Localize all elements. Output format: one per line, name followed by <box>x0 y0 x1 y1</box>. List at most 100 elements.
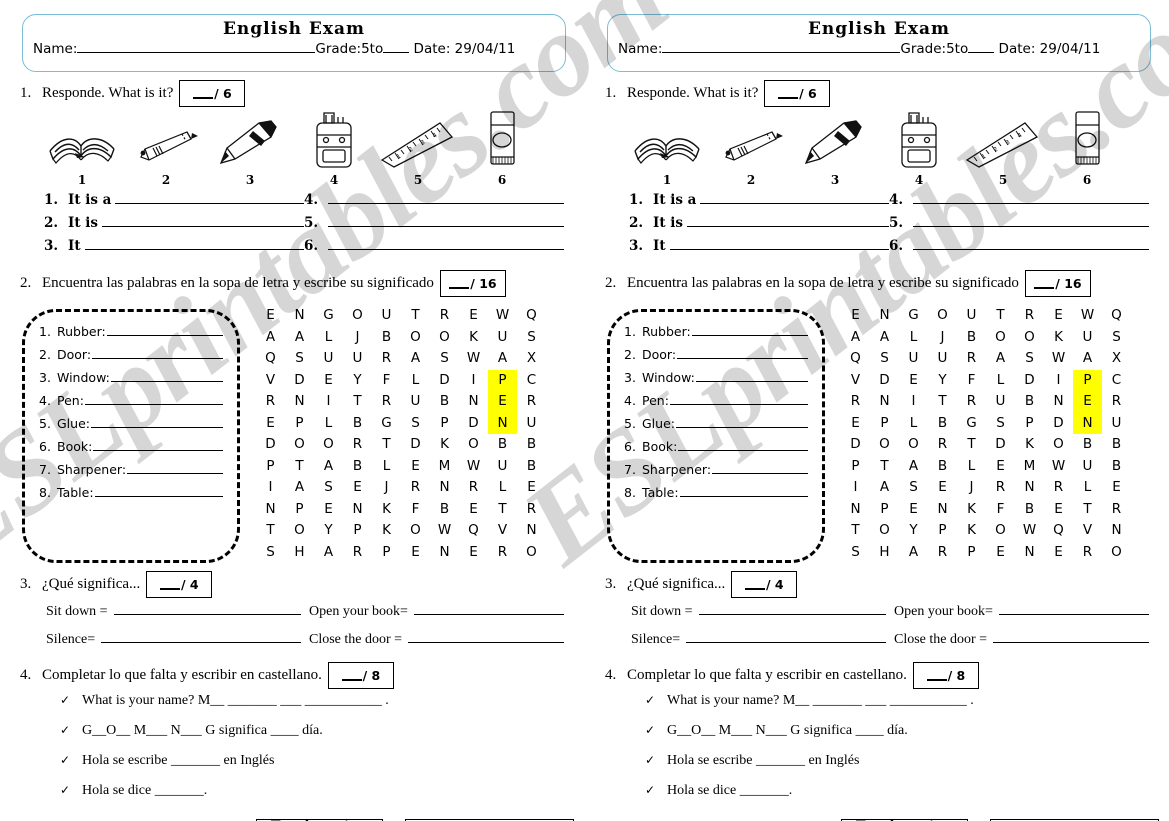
word-search-cell[interactable]: A <box>870 327 899 349</box>
answer-line[interactable]: 3. It <box>629 237 889 260</box>
word-search-cell[interactable]: K <box>372 520 401 542</box>
word-search-cell[interactable]: Q <box>841 348 870 370</box>
answer-rule[interactable] <box>913 214 1149 227</box>
word-search-cell[interactable]: R <box>343 542 372 564</box>
word-search-cell[interactable]: K <box>957 520 986 542</box>
list-item[interactable]: 7. Sharpener: <box>39 462 223 485</box>
word-search-cell[interactable]: P <box>1073 369 1102 391</box>
word-search-cell[interactable]: U <box>401 391 430 413</box>
translation-rule[interactable] <box>408 630 564 643</box>
word-search-cell[interactable]: Y <box>314 520 343 542</box>
word-search-cell[interactable]: B <box>430 391 459 413</box>
word-search-cell[interactable]: E <box>986 542 1015 564</box>
word-search-cell[interactable]: E <box>256 413 285 435</box>
word-search-cell[interactable]: E <box>459 499 488 521</box>
exercise-2-score-box[interactable]: / 16 <box>439 270 506 297</box>
word-search-cell[interactable]: P <box>488 369 517 391</box>
word-search-cell[interactable]: O <box>899 434 928 456</box>
word-search-cell[interactable]: B <box>517 456 546 478</box>
word-search-cell[interactable]: S <box>285 348 314 370</box>
word-search-cell[interactable]: P <box>841 456 870 478</box>
word-search-cell[interactable]: X <box>1102 348 1131 370</box>
word-search-cell[interactable]: T <box>401 305 430 327</box>
list-item[interactable]: 4. Pen: <box>39 393 223 416</box>
list-item[interactable]: 1. Rubber: <box>39 324 223 347</box>
word-search-cell[interactable]: N <box>928 499 957 521</box>
word-search-cell[interactable]: Q <box>517 305 546 327</box>
word-search-cell[interactable]: S <box>841 542 870 564</box>
word-search-cell[interactable]: T <box>488 499 517 521</box>
word-search-cell[interactable]: O <box>986 520 1015 542</box>
answer-line[interactable]: 2. It is <box>629 214 889 237</box>
word-search-cell[interactable]: O <box>1044 434 1073 456</box>
word-search-cell[interactable]: P <box>870 499 899 521</box>
word-search-cell[interactable]: R <box>957 348 986 370</box>
word-search-cell[interactable]: J <box>343 327 372 349</box>
list-item[interactable]: 2. Door: <box>39 347 223 370</box>
word-search-cell[interactable]: A <box>285 477 314 499</box>
word-search-cell[interactable]: L <box>488 477 517 499</box>
word-answer-rule[interactable] <box>94 485 223 497</box>
word-search-cell[interactable]: W <box>1044 348 1073 370</box>
word-search-cell[interactable]: B <box>1102 434 1131 456</box>
list-item[interactable]: 6. Book: <box>39 439 223 462</box>
word-search-cell[interactable]: F <box>986 499 1015 521</box>
word-search-cell[interactable]: U <box>372 305 401 327</box>
word-search-cell[interactable]: E <box>459 305 488 327</box>
word-search-cell[interactable]: D <box>430 370 459 392</box>
word-search-cell[interactable]: E <box>1102 477 1131 499</box>
word-search-cell[interactable]: R <box>928 434 957 456</box>
word-search-cell[interactable]: C <box>517 370 546 392</box>
word-search-cell[interactable]: O <box>459 434 488 456</box>
word-answer-rule[interactable] <box>93 439 223 451</box>
exercise-1-score-box[interactable]: / 6 <box>764 80 831 107</box>
word-search-cell[interactable]: U <box>1102 413 1131 435</box>
word-search-cell[interactable]: J <box>372 477 401 499</box>
word-search-cell[interactable]: R <box>401 477 430 499</box>
word-search-cell[interactable]: G <box>372 413 401 435</box>
word-search-cell[interactable]: O <box>314 434 343 456</box>
word-search-cell[interactable]: E <box>1044 542 1073 564</box>
list-item[interactable]: 4. Pen: <box>624 393 808 416</box>
word-search-cell[interactable]: U <box>488 327 517 349</box>
word-answer-rule[interactable] <box>677 347 808 359</box>
word-answer-rule[interactable] <box>695 370 808 382</box>
answer-line[interactable]: 5. <box>889 214 1149 237</box>
word-search-cell[interactable]: I <box>1044 370 1073 392</box>
word-search-cell[interactable]: M <box>1015 456 1044 478</box>
word-search-cell[interactable]: W <box>1015 520 1044 542</box>
word-search-cell[interactable]: Q <box>1102 305 1131 327</box>
exercise-4-score-box[interactable]: / 8 <box>327 662 394 689</box>
word-search-cell[interactable]: O <box>430 327 459 349</box>
word-search-cell[interactable]: Y <box>899 520 928 542</box>
word-search-cell[interactable]: R <box>343 434 372 456</box>
word-search-cell[interactable]: T <box>1073 499 1102 521</box>
word-search-cell[interactable]: X <box>517 348 546 370</box>
word-search-cell[interactable]: D <box>459 413 488 435</box>
word-search-cell[interactable]: R <box>1015 305 1044 327</box>
word-search-cell[interactable]: B <box>343 413 372 435</box>
word-search-cell[interactable]: S <box>986 413 1015 435</box>
word-search-cell[interactable]: B <box>517 434 546 456</box>
exercise-3-score-box[interactable]: / 4 <box>146 571 213 598</box>
word-search-cell[interactable]: W <box>430 520 459 542</box>
word-search-cell[interactable]: U <box>957 305 986 327</box>
word-search-cell[interactable]: M <box>430 456 459 478</box>
word-search-cell[interactable]: T <box>256 520 285 542</box>
word-search-cell[interactable]: E <box>401 456 430 478</box>
word-search-cell[interactable]: W <box>459 348 488 370</box>
word-search-cell[interactable]: S <box>870 348 899 370</box>
word-search-cell[interactable]: U <box>1073 456 1102 478</box>
word-search-cell[interactable]: Y <box>343 370 372 392</box>
word-search-cell[interactable]: K <box>957 499 986 521</box>
answer-line[interactable]: 4. <box>304 191 564 214</box>
word-search-cell[interactable]: S <box>256 542 285 564</box>
translation-rule[interactable] <box>686 630 886 643</box>
word-search-cell[interactable]: L <box>314 327 343 349</box>
word-search-cell[interactable]: A <box>899 542 928 564</box>
word-search-cell[interactable]: D <box>285 370 314 392</box>
translation-line[interactable]: Silence= <box>46 630 301 658</box>
word-search-cell[interactable]: K <box>1044 327 1073 349</box>
list-item[interactable]: ✓ What is your name? M__ _______ ___ ____… <box>645 693 1159 723</box>
list-item[interactable]: 7. Sharpener: <box>624 462 808 485</box>
